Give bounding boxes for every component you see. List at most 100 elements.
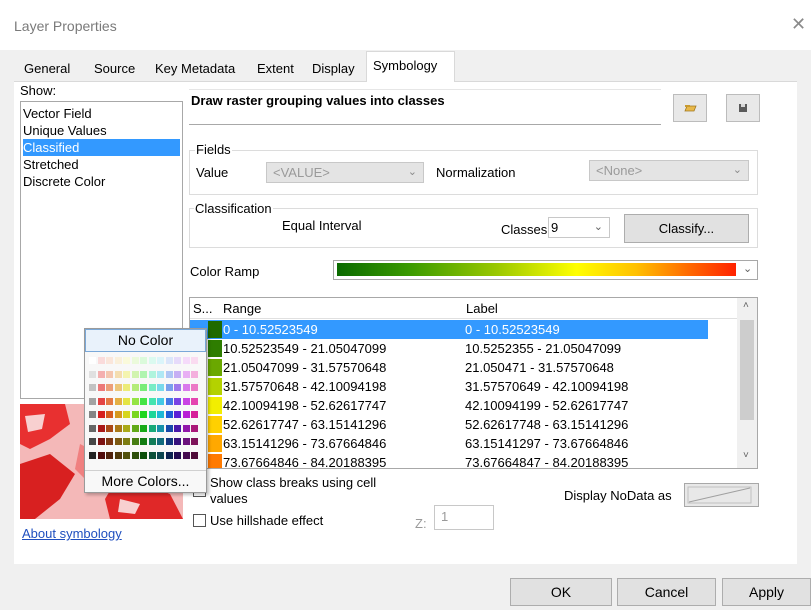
color-picker-popup[interactable]: No Color More Colors...	[84, 328, 207, 493]
palette-color-cell[interactable]	[191, 384, 198, 391]
palette-color-cell[interactable]	[140, 370, 147, 378]
palette-color-cell[interactable]	[182, 411, 190, 418]
palette-color-cell[interactable]	[114, 438, 122, 445]
palette-color-cell[interactable]	[106, 411, 113, 418]
table-row[interactable]: 63.15141296 - 73.67664846 63.15141297 - 7…	[190, 434, 708, 453]
palette-color-cell[interactable]	[148, 438, 156, 445]
palette-color-cell[interactable]	[106, 397, 113, 405]
palette-color-cell[interactable]	[165, 384, 173, 391]
table-row[interactable]: 73.67664846 - 84.20188395 73.67664847 - 8…	[190, 453, 708, 468]
open-button[interactable]	[673, 94, 707, 122]
palette-color-cell[interactable]	[165, 397, 173, 405]
palette-color-cell[interactable]	[97, 438, 105, 445]
more-colors-button[interactable]: More Colors...	[85, 470, 206, 492]
class-range-cell[interactable]: 63.15141296 - 73.67664846	[223, 436, 386, 451]
palette-color-cell[interactable]	[148, 397, 156, 405]
classify-button[interactable]: Classify...	[624, 214, 749, 243]
palette-color-cell[interactable]	[123, 411, 130, 418]
palette-color-cell[interactable]	[140, 397, 147, 405]
palette-color-cell[interactable]	[123, 384, 130, 391]
tab-symbology[interactable]: Symbology	[366, 51, 455, 82]
class-symbol-swatch[interactable]	[208, 359, 222, 376]
palette-color-cell[interactable]	[165, 357, 173, 364]
hillshade-checkbox[interactable]	[193, 514, 206, 527]
palette-color-cell[interactable]	[89, 370, 96, 378]
class-label-cell[interactable]: 21.050471 - 31.57570648	[465, 360, 614, 375]
show-item-unique-values[interactable]: Unique Values	[23, 122, 180, 139]
palette-color-cell[interactable]	[131, 451, 139, 459]
palette-color-cell[interactable]	[191, 424, 198, 432]
ok-button[interactable]: OK	[510, 578, 612, 606]
palette-color-cell[interactable]	[182, 424, 190, 432]
class-range-cell[interactable]: 42.10094198 - 52.62617747	[223, 398, 386, 413]
palette-color-cell[interactable]	[89, 397, 96, 405]
palette-color-cell[interactable]	[123, 397, 130, 405]
palette-color-cell[interactable]	[140, 411, 147, 418]
column-header-symbol[interactable]: S...	[193, 301, 213, 316]
class-label-cell[interactable]: 63.15141297 - 73.67664846	[465, 436, 628, 451]
palette-color-cell[interactable]	[106, 438, 113, 445]
tab-general[interactable]: General	[18, 56, 77, 80]
palette-color-cell[interactable]	[89, 424, 96, 432]
palette-color-cell[interactable]	[131, 357, 139, 364]
palette-color-cell[interactable]	[106, 357, 113, 364]
palette-color-cell[interactable]	[97, 357, 105, 364]
close-icon[interactable]: ✕	[791, 14, 806, 35]
show-item-stretched[interactable]: Stretched	[23, 156, 180, 173]
show-item-vector-field[interactable]: Vector Field	[23, 105, 180, 122]
palette-color-cell[interactable]	[174, 370, 181, 378]
palette-color-cell[interactable]	[174, 438, 181, 445]
palette-color-cell[interactable]	[123, 357, 130, 364]
palette-color-cell[interactable]	[148, 370, 156, 378]
palette-color-cell[interactable]	[89, 357, 96, 364]
palette-color-cell[interactable]	[106, 370, 113, 378]
palette-color-cell[interactable]	[191, 357, 198, 364]
class-label-cell[interactable]: 52.62617748 - 63.15141296	[465, 417, 628, 432]
scrollbar-thumb[interactable]	[740, 320, 754, 420]
palette-color-cell[interactable]	[131, 397, 139, 405]
column-header-label[interactable]: Label	[466, 301, 498, 316]
cancel-button[interactable]: Cancel	[617, 578, 716, 606]
palette-color-cell[interactable]	[157, 438, 164, 445]
palette-color-cell[interactable]	[174, 424, 181, 432]
nodata-color-button[interactable]	[684, 483, 759, 507]
palette-color-cell[interactable]	[106, 424, 113, 432]
palette-color-cell[interactable]	[148, 357, 156, 364]
palette-color-cell[interactable]	[174, 411, 181, 418]
palette-color-cell[interactable]	[97, 370, 105, 378]
palette-color-cell[interactable]	[165, 438, 173, 445]
class-range-cell[interactable]: 0 - 10.52523549	[223, 322, 318, 337]
palette-color-cell[interactable]	[157, 424, 164, 432]
scroll-down-icon[interactable]: ˅	[743, 450, 749, 461]
class-symbol-swatch[interactable]	[208, 397, 222, 414]
palette-color-cell[interactable]	[97, 384, 105, 391]
palette-color-cell[interactable]	[157, 451, 164, 459]
class-symbol-swatch[interactable]	[208, 454, 222, 468]
palette-color-cell[interactable]	[191, 370, 198, 378]
palette-color-cell[interactable]	[131, 424, 139, 432]
chevron-down-icon[interactable]: ⌄	[743, 262, 752, 275]
palette-color-cell[interactable]	[157, 397, 164, 405]
palette-color-cell[interactable]	[174, 451, 181, 459]
class-symbol-swatch[interactable]	[208, 340, 222, 357]
scroll-up-icon[interactable]: ˄	[743, 300, 749, 311]
palette-color-cell[interactable]	[114, 384, 122, 391]
palette-color-cell[interactable]	[131, 438, 139, 445]
class-symbol-swatch[interactable]	[208, 378, 222, 395]
palette-color-cell[interactable]	[123, 438, 130, 445]
show-item-classified[interactable]: Classified	[23, 139, 180, 156]
palette-color-cell[interactable]	[140, 451, 147, 459]
palette-color-cell[interactable]	[140, 424, 147, 432]
palette-color-cell[interactable]	[148, 424, 156, 432]
palette-color-cell[interactable]	[114, 397, 122, 405]
palette-color-cell[interactable]	[157, 357, 164, 364]
palette-color-cell[interactable]	[182, 370, 190, 378]
no-color-button[interactable]: No Color	[85, 329, 206, 352]
palette-color-cell[interactable]	[182, 451, 190, 459]
palette-color-cell[interactable]	[191, 451, 198, 459]
palette-color-cell[interactable]	[89, 411, 96, 418]
palette-color-cell[interactable]	[131, 411, 139, 418]
tab-extent[interactable]: Extent	[251, 56, 300, 80]
class-range-cell[interactable]: 21.05047099 - 31.57570648	[223, 360, 386, 375]
palette-color-cell[interactable]	[182, 397, 190, 405]
